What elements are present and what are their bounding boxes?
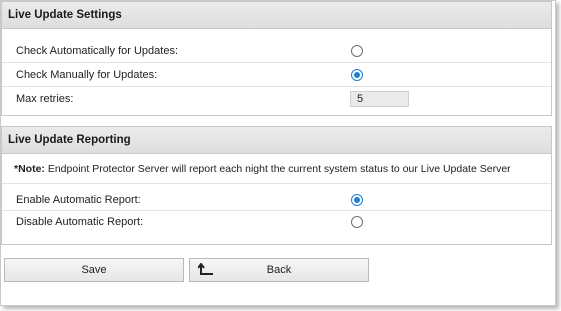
disable-report-label: Disable Automatic Report: (16, 216, 144, 228)
enable-report-row: Enable Automatic Report: (2, 189, 551, 211)
live-update-settings-panel: Live Update Settings Check Automatically… (1, 1, 552, 116)
back-button-label: Back (266, 264, 292, 276)
check-manually-label: Check Manually for Updates: (16, 69, 158, 81)
max-retries-input[interactable] (350, 91, 409, 107)
back-arrow-icon (198, 263, 213, 275)
check-manually-radio[interactable] (351, 69, 363, 81)
enable-report-label: Enable Automatic Report: (16, 194, 141, 206)
live-update-reporting-header: Live Update Reporting (2, 127, 551, 154)
check-manually-row: Check Manually for Updates: (2, 63, 551, 87)
max-retries-label: Max retries: (16, 93, 74, 105)
live-update-reporting-panel: Live Update Reporting *Note: Endpoint Pr… (1, 126, 552, 245)
max-retries-row: Max retries: (2, 87, 551, 111)
reporting-note: *Note: Endpoint Protector Server will re… (2, 154, 551, 184)
disable-report-row: Disable Automatic Report: (2, 211, 551, 235)
back-button[interactable]: Back (189, 258, 369, 282)
check-automatically-row: Check Automatically for Updates: (2, 39, 551, 63)
live-update-settings-header: Live Update Settings (2, 2, 551, 29)
disable-report-radio[interactable] (351, 216, 363, 228)
save-button-label: Save (81, 264, 107, 276)
check-automatically-radio[interactable] (351, 45, 363, 57)
check-automatically-label: Check Automatically for Updates: (16, 45, 179, 57)
note-prefix: *Note: (14, 163, 45, 175)
enable-report-radio[interactable] (351, 194, 363, 206)
save-button[interactable]: Save (4, 258, 184, 282)
note-text: Endpoint Protector Server will report ea… (47, 163, 511, 175)
live-update-window: Live Update Settings Check Automatically… (0, 0, 556, 306)
